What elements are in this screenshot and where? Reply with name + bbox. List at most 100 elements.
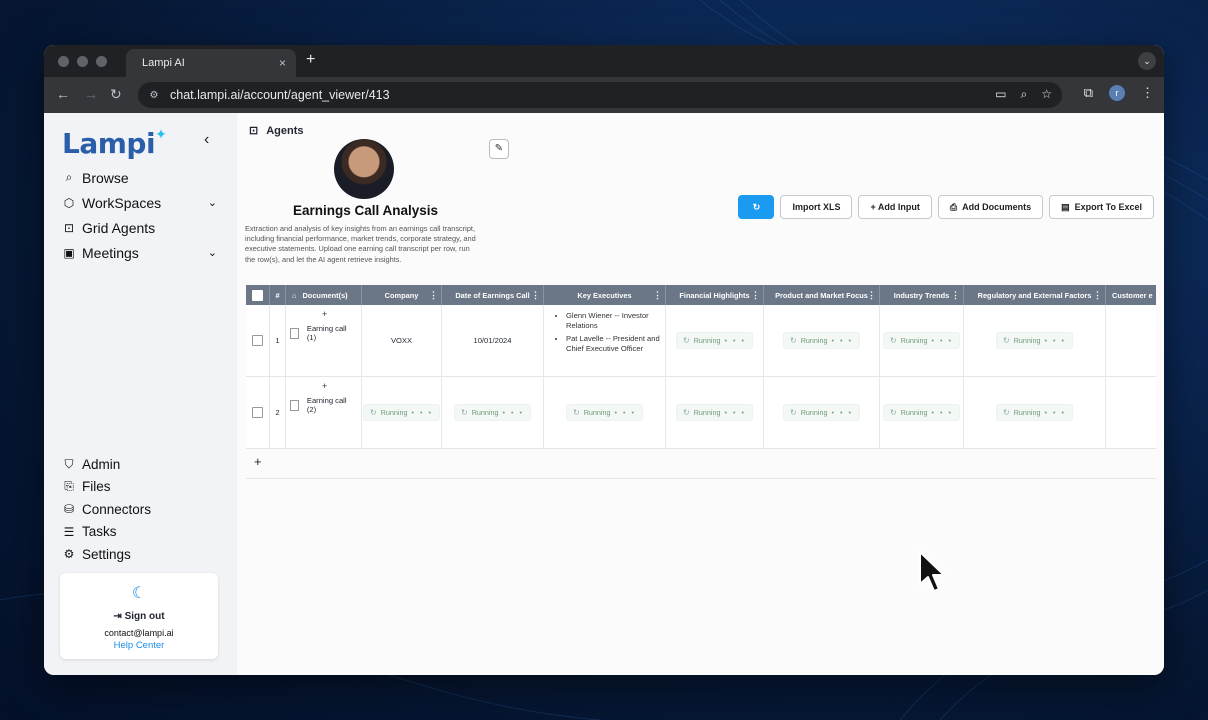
column-header-product[interactable]: Product and Market Focus ⋮ bbox=[764, 285, 880, 305]
column-header-date[interactable]: Date of Earnings Call ⋮ bbox=[442, 285, 544, 305]
status-cell[interactable]: ↻ Running • • • bbox=[666, 377, 764, 448]
status-cell[interactable]: ↻ Running • • • bbox=[362, 377, 442, 448]
run-refresh-button[interactable]: ↻ bbox=[738, 195, 775, 219]
window-controls[interactable] bbox=[58, 56, 107, 67]
status-cell[interactable]: ↻ Running • • • bbox=[442, 377, 544, 448]
sidebar-item-label: WorkSpaces bbox=[82, 194, 162, 211]
running-status-badge: ↻ Running • • • bbox=[675, 332, 754, 349]
select-all-checkbox[interactable] bbox=[246, 285, 270, 305]
sidebar-item-workspaces[interactable]: ⬡ WorkSpaces ⌄ bbox=[62, 190, 217, 215]
main-content: ⊡ Agents ✎ Earnings Call Analysis Extrac… bbox=[237, 113, 1164, 675]
sidebar-item-admin[interactable]: ⛉ Admin bbox=[62, 453, 217, 476]
extensions-icon[interactable]: ⧉ bbox=[1084, 85, 1093, 101]
address-bar[interactable]: ⚙ chat.lampi.ai/account/agent_viewer/413… bbox=[138, 82, 1062, 108]
column-menu-icon[interactable]: ⋮ bbox=[531, 290, 540, 301]
sidebar-item-browse[interactable]: ⌕ Browse bbox=[62, 165, 217, 190]
browser-menu-icon[interactable]: ⋮ bbox=[1141, 85, 1154, 101]
tab-close-icon[interactable]: × bbox=[279, 56, 286, 70]
status-cell[interactable]: ↻ Running • • • bbox=[964, 377, 1106, 448]
add-documents-button[interactable]: ⎙ Add Documents bbox=[937, 195, 1044, 219]
status-cell[interactable]: ↻ Running • • • bbox=[666, 305, 764, 376]
column-header-industry[interactable]: Industry Trends ⋮ bbox=[880, 285, 964, 305]
list-item: Pat Lavelle -- President and Chief Execu… bbox=[566, 334, 665, 353]
sidebar-item-label: Files bbox=[82, 479, 111, 495]
file-plus-icon: ⎘ bbox=[64, 479, 74, 494]
add-row-button[interactable]: + bbox=[254, 454, 262, 469]
table-row: 2 + Earning call (2) ↻ Running • • • ↻ Runn… bbox=[246, 377, 1156, 449]
sidebar-item-tasks[interactable]: ☰ Tasks bbox=[62, 521, 217, 544]
zoom-icon[interactable]: ⌕ bbox=[1021, 87, 1028, 102]
export-excel-button[interactable]: ▤ Export To Excel bbox=[1049, 195, 1154, 219]
column-menu-icon[interactable]: ⋮ bbox=[951, 290, 960, 301]
chevron-down-icon[interactable]: ⌄ bbox=[208, 246, 217, 259]
account-card: ☾ ⇥ Sign out contact@lampi.ai Help Cente… bbox=[60, 573, 218, 659]
sign-out-button[interactable]: ⇥ Sign out bbox=[60, 611, 218, 622]
column-menu-icon[interactable]: ⋮ bbox=[751, 290, 760, 301]
sidebar-bottom-nav: ⛉ Admin ⎘ Files ⛁ Connectors ☰ Tasks ⚙ S… bbox=[62, 453, 217, 566]
column-menu-icon[interactable]: ⋮ bbox=[867, 290, 876, 301]
column-header-regulatory[interactable]: Regulatory and External Factors ⋮ bbox=[964, 285, 1106, 305]
document-cell[interactable]: + Earning call (1) bbox=[286, 305, 362, 376]
excel-icon: ▤ bbox=[1061, 201, 1070, 212]
sidebar-item-grid-agents[interactable]: ⊡ Grid Agents bbox=[62, 215, 217, 240]
column-header-executives[interactable]: Key Executives ⋮ bbox=[544, 285, 666, 305]
sidebar-item-label: Tasks bbox=[82, 524, 117, 540]
status-cell[interactable]: ↻ Running • • • bbox=[764, 377, 880, 448]
document-name: Earning call (2) bbox=[306, 396, 347, 414]
grid-header: # ⌂ Document(s) Company ⋮ Date of Earnings… bbox=[246, 285, 1156, 305]
document-cell[interactable]: + Earning call (2) bbox=[286, 377, 362, 448]
status-cell[interactable]: ↻ bbox=[1106, 305, 1156, 376]
status-cell[interactable]: ↻ Running • • • bbox=[880, 305, 964, 376]
spinner-icon: ↻ bbox=[369, 408, 377, 417]
status-cell[interactable]: ↻ Running • • • bbox=[880, 377, 964, 448]
spinner-icon: ↻ bbox=[682, 336, 690, 345]
import-xls-button[interactable]: Import XLS bbox=[780, 195, 853, 219]
sidebar-item-label: Meetings bbox=[82, 244, 139, 261]
row-number: 1 bbox=[270, 305, 286, 376]
column-header-company[interactable]: Company ⋮ bbox=[362, 285, 442, 305]
dark-mode-moon-icon[interactable]: ☾ bbox=[60, 583, 218, 603]
tab-title: Lampi AI bbox=[142, 57, 185, 69]
add-document-icon[interactable]: + bbox=[322, 309, 327, 319]
edit-icon: ✎ bbox=[494, 143, 504, 154]
sidebar-item-files[interactable]: ⎘ Files bbox=[62, 476, 217, 499]
column-menu-icon[interactable]: ⋮ bbox=[1093, 290, 1102, 301]
chevron-down-icon[interactable]: ⌄ bbox=[208, 196, 217, 209]
status-cell[interactable]: ↻ Running • • • bbox=[764, 305, 880, 376]
add-document-icon[interactable]: + bbox=[322, 381, 327, 391]
executives-cell[interactable]: Glenn Wiener -- Investor Relations Pat L… bbox=[544, 305, 666, 376]
help-center-link[interactable]: Help Center bbox=[60, 640, 218, 651]
status-cell[interactable]: ↻ Running • • • bbox=[964, 305, 1106, 376]
browser-tab[interactable]: Lampi AI × bbox=[126, 49, 296, 77]
sidebar-item-settings[interactable]: ⚙ Settings bbox=[62, 543, 217, 566]
sidebar-item-connectors[interactable]: ⛁ Connectors bbox=[62, 498, 217, 521]
bookmark-star-icon[interactable]: ☆ bbox=[1041, 87, 1052, 102]
edit-agent-button[interactable]: ✎ bbox=[489, 139, 509, 159]
sidebar-item-meetings[interactable]: ▣ Meetings ⌄ bbox=[62, 240, 217, 265]
column-header-customer[interactable]: Customer e bbox=[1106, 285, 1156, 305]
column-header-financial[interactable]: Financial Highlights ⋮ bbox=[666, 285, 764, 305]
row-checkbox[interactable] bbox=[246, 377, 270, 448]
lampi-logo[interactable]: Lampi✦ bbox=[62, 127, 167, 160]
date-cell[interactable]: 10/01/2024 bbox=[442, 305, 544, 376]
status-cell[interactable]: ↻ bbox=[1106, 377, 1156, 448]
company-cell[interactable]: VOXX bbox=[362, 305, 442, 376]
row-checkbox[interactable] bbox=[246, 305, 270, 376]
profile-avatar[interactable]: r bbox=[1109, 85, 1125, 101]
column-menu-icon[interactable]: ⋮ bbox=[653, 290, 662, 301]
column-menu-icon[interactable]: ⋮ bbox=[429, 290, 438, 301]
column-header-documents[interactable]: ⌂ Document(s) bbox=[286, 285, 362, 305]
status-cell[interactable]: ↻ Running • • • bbox=[544, 377, 666, 448]
reload-icon[interactable]: ↻ bbox=[110, 86, 122, 103]
column-header: # bbox=[270, 285, 286, 305]
tab-search-button[interactable]: ⌄ bbox=[1138, 52, 1156, 70]
forward-icon[interactable]: → bbox=[84, 86, 98, 102]
site-info-icon[interactable]: ⚙ bbox=[146, 87, 162, 103]
add-input-button[interactable]: + Add Input bbox=[858, 195, 932, 219]
document-name: Earning call (1) bbox=[306, 324, 347, 342]
collapse-sidebar-icon[interactable]: ‹ bbox=[204, 131, 209, 149]
new-tab-button[interactable]: + bbox=[306, 51, 315, 69]
action-toolbar: ↻ Import XLS + Add Input ⎙ Add Documents … bbox=[738, 195, 1154, 219]
back-icon[interactable]: ← bbox=[56, 86, 70, 102]
install-app-icon[interactable]: ▭ bbox=[995, 87, 1006, 102]
